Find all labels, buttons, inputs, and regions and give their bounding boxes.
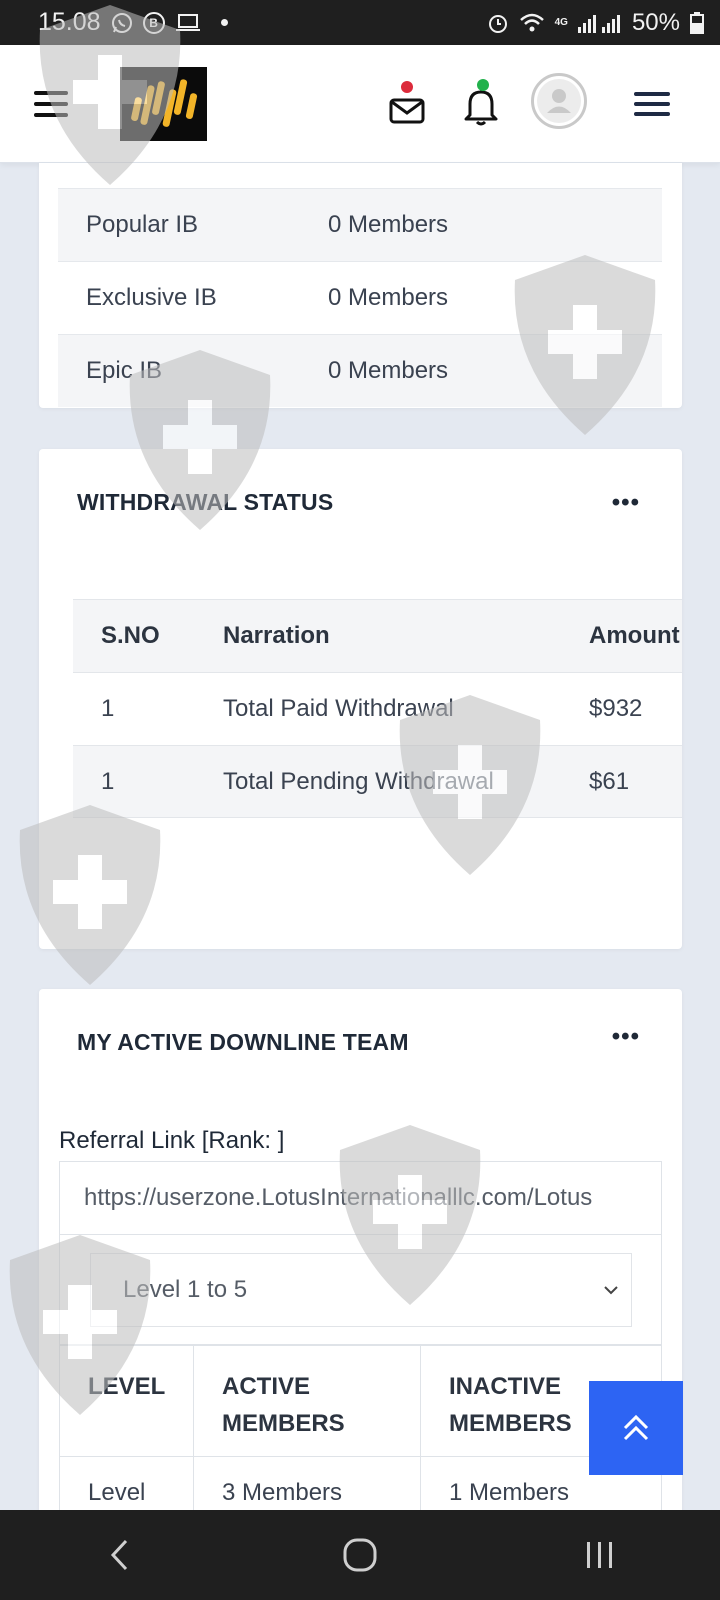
level-table: LEVEL ACTIVE MEMBERS INACTIVE MEMBERS Leve… [59, 1345, 662, 1527]
table-row: Epic IB 0 Members [58, 334, 662, 407]
scroll-to-top-button[interactable] [589, 1381, 683, 1475]
ib-count: 0 Members [328, 357, 449, 384]
row-sno: 1 [101, 695, 115, 722]
header-level: LEVEL [60, 1346, 194, 1456]
ib-count: 0 Members [328, 284, 449, 311]
row-amount: $932 [589, 695, 643, 722]
status-time: 15.08 [38, 8, 101, 36]
header-amount: Amount [589, 622, 680, 649]
header-sno: S.NO [101, 622, 160, 649]
battery-percent: 50% [631, 8, 680, 36]
referral-label: Referral Link [Rank: ] [59, 1127, 285, 1154]
row-amount: $61 [589, 768, 630, 795]
ib-name: Exclusive IB [86, 284, 217, 311]
notification-dot-icon [220, 19, 228, 26]
table-row: Popular IB 0 Members [58, 188, 662, 261]
more-options-icon[interactable]: ••• [612, 1023, 640, 1051]
table-row: 1 Total Paid Withdrawal $932 [73, 672, 682, 745]
level-filter-box: Level 1 to 5 [59, 1235, 662, 1345]
row-sno: 1 [101, 768, 115, 795]
hamburger-menu-icon[interactable] [34, 91, 68, 117]
laptop-icon [175, 13, 201, 33]
menu-icon[interactable] [634, 92, 670, 116]
notification-bell-button[interactable] [462, 79, 500, 127]
b-icon: B [142, 11, 165, 34]
status-bar: 15.08 B 4G 50% [0, 0, 720, 45]
active-downline-card: MY ACTIVE DOWNLINE TEAM ••• Referral Lin… [39, 989, 682, 1529]
card-title: MY ACTIVE DOWNLINE TEAM [77, 1029, 409, 1055]
withdrawal-table: S.NO Narration Amount 1 Total Paid Withd… [73, 599, 682, 818]
withdrawal-status-card: WITHDRAWAL STATUS ••• S.NO Narration Amo… [39, 449, 682, 949]
double-chevron-up-icon [623, 1414, 649, 1441]
row-narration: Total Pending Withdrawal [223, 768, 494, 795]
whatsapp-icon [111, 12, 133, 34]
table-header-row: LEVEL ACTIVE MEMBERS INACTIVE MEMBERS [60, 1345, 661, 1456]
ib-members-card: Popular IB 0 Members Exclusive IB 0 Memb… [39, 163, 682, 408]
ib-name: Popular IB [86, 211, 199, 238]
header-active-members: ACTIVE MEMBERS [194, 1346, 421, 1456]
logo-icon[interactable] [120, 67, 207, 141]
table-row: Exclusive IB 0 Members [58, 261, 662, 334]
battery-icon [690, 11, 704, 34]
bell-badge [477, 79, 489, 91]
level-select[interactable]: Level 1 to 5 [90, 1253, 632, 1327]
alarm-icon [487, 12, 509, 34]
referral-link-field[interactable]: https://userzone.LotusInternationalllc.c… [59, 1161, 662, 1235]
signal-icon [577, 13, 622, 33]
network-type: 4G [554, 17, 568, 28]
ib-count: 0 Members [328, 211, 449, 238]
level-select-value: Level 1 to 5 [123, 1276, 248, 1303]
recent-apps-icon[interactable] [570, 1525, 630, 1585]
row-narration: Total Paid Withdrawal [223, 695, 454, 722]
more-options-icon[interactable]: ••• [612, 489, 640, 517]
wifi-icon [519, 12, 545, 34]
system-nav-bar [0, 1510, 720, 1600]
card-title: WITHDRAWAL STATUS [77, 489, 334, 515]
chevron-down-icon [604, 1286, 618, 1295]
mail-badge [401, 81, 413, 93]
avatar[interactable] [531, 73, 587, 129]
home-icon[interactable] [330, 1525, 390, 1585]
app-header [0, 45, 720, 163]
ib-name: Epic IB [86, 357, 163, 384]
table-header-row: S.NO Narration Amount [73, 599, 682, 672]
mail-button[interactable] [388, 81, 426, 127]
back-icon[interactable] [90, 1525, 150, 1585]
table-row: 1 Total Pending Withdrawal $61 [73, 745, 682, 818]
header-narration: Narration [223, 622, 330, 649]
